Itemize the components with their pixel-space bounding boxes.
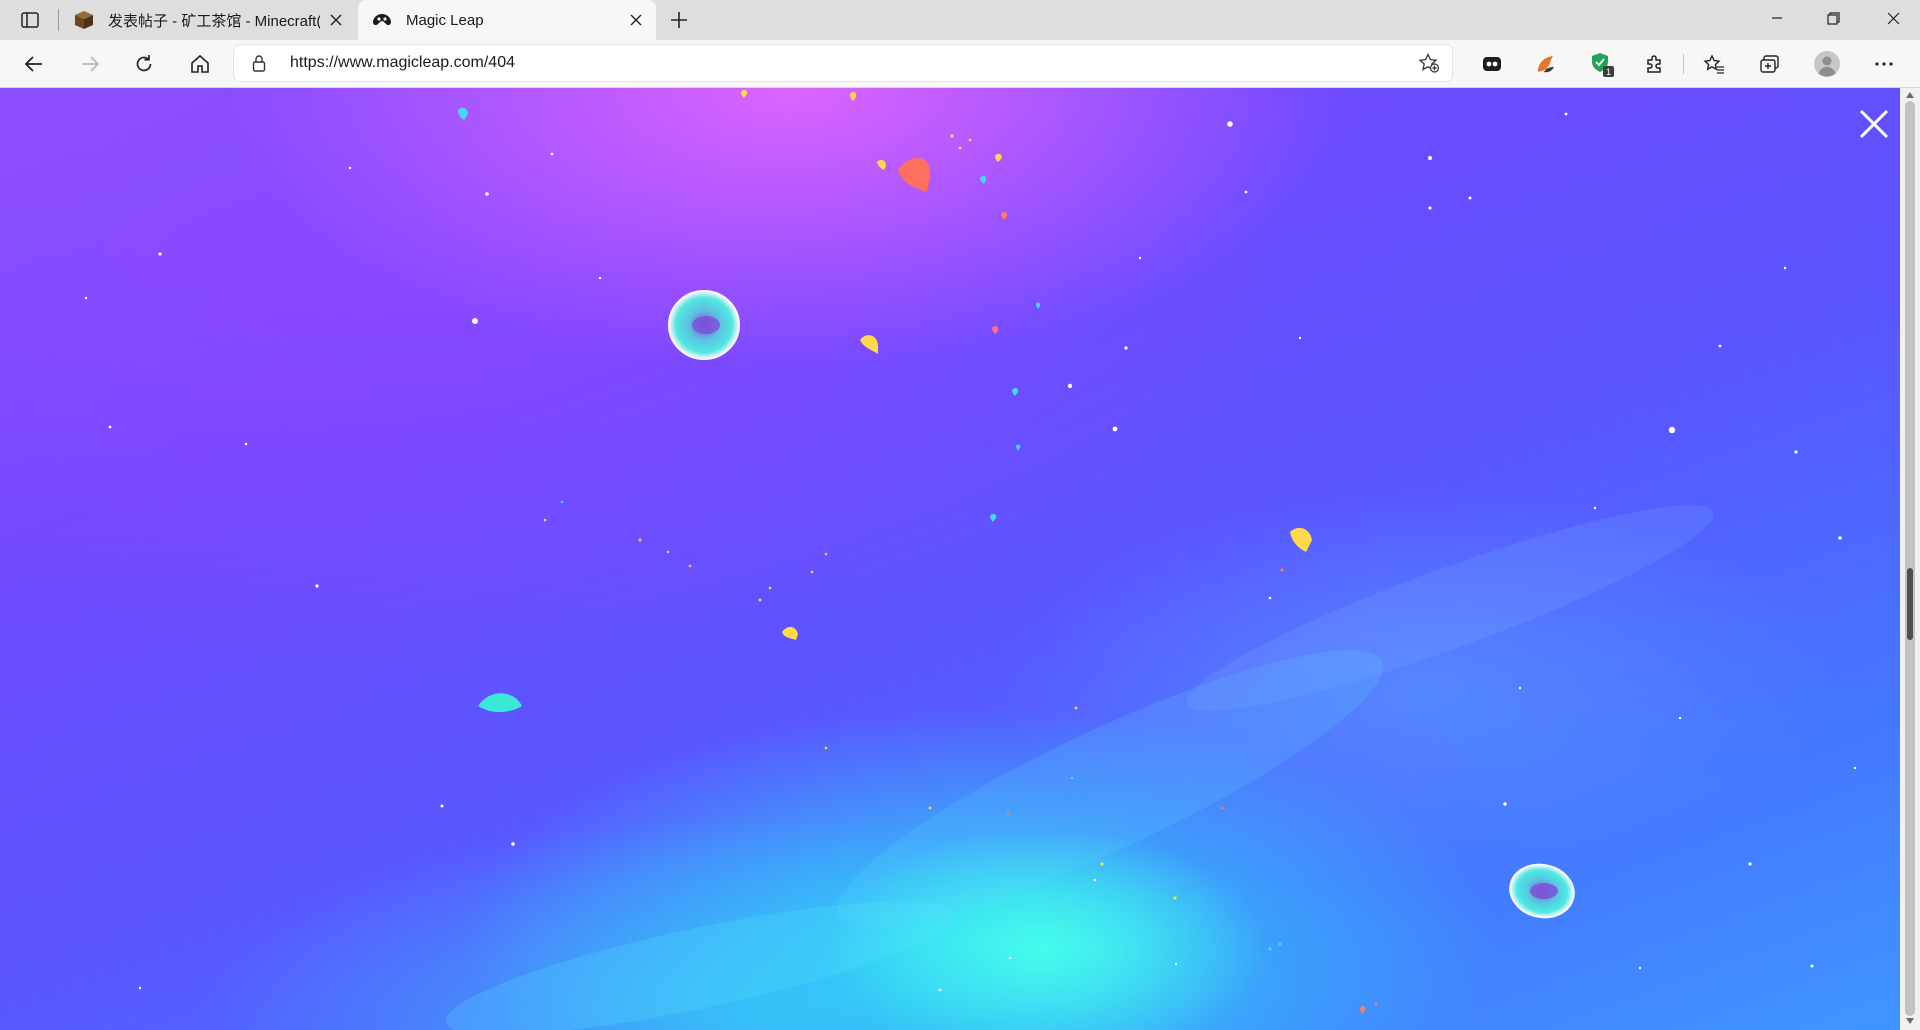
extension-fox-icon[interactable] xyxy=(1528,46,1564,82)
extensions-icon[interactable] xyxy=(1636,46,1672,82)
close-icon[interactable] xyxy=(620,4,652,36)
forward-icon xyxy=(72,46,108,82)
favorites-icon[interactable] xyxy=(1696,46,1732,82)
yellow-petal xyxy=(782,626,798,640)
url-text[interactable]: https://www.magicleap.com/404 xyxy=(290,45,515,81)
minecraft-block-icon xyxy=(74,10,94,30)
bubble-orb xyxy=(668,290,740,360)
minimize-icon[interactable] xyxy=(1754,0,1800,36)
space-scene xyxy=(84,89,1857,1030)
page-scrollbar[interactable] xyxy=(1900,88,1920,1030)
add-favorite-icon[interactable] xyxy=(1416,51,1442,75)
collections-icon[interactable] xyxy=(1752,46,1788,82)
scroll-up-icon[interactable] xyxy=(1904,90,1916,100)
toolbar-separator xyxy=(1683,54,1684,74)
toolbar: https://www.magicleap.com/404 1 xyxy=(0,40,1920,88)
close-page-icon[interactable] xyxy=(1852,102,1896,146)
yellow-petal xyxy=(1290,527,1312,552)
home-icon[interactable] xyxy=(182,46,218,82)
restore-icon[interactable] xyxy=(1810,0,1856,36)
extension-video-icon[interactable] xyxy=(1474,46,1510,82)
profile-icon[interactable] xyxy=(1808,46,1846,82)
close-icon[interactable] xyxy=(320,4,352,36)
yellow-petal xyxy=(860,335,878,354)
address-bar[interactable]: https://www.magicleap.com/404 xyxy=(234,45,1452,81)
nebula-background[interactable] xyxy=(0,88,1900,1030)
tab-actions-icon[interactable] xyxy=(14,6,46,34)
scrollbar-grip[interactable] xyxy=(1907,568,1913,640)
bubble-orb xyxy=(1509,863,1575,919)
close-window-icon[interactable] xyxy=(1866,0,1920,36)
tab-separator xyxy=(58,9,59,31)
cyan-petal xyxy=(478,693,522,713)
tab-minecraft[interactable]: 发表帖子 - 矿工茶馆 - Minecraft( xyxy=(60,0,356,40)
tab-title: 发表帖子 - 矿工茶馆 - Minecraft( xyxy=(108,12,320,30)
scrollbar-thumb[interactable] xyxy=(1905,101,1915,1016)
scroll-down-icon[interactable] xyxy=(1904,1016,1916,1026)
lock-icon[interactable] xyxy=(248,53,270,73)
refresh-icon[interactable] xyxy=(126,46,162,82)
extension-badge: 1 xyxy=(1606,67,1611,77)
tab-bar: 发表帖子 - 矿工茶馆 - Minecraft( Magic Leap xyxy=(0,0,1920,40)
back-icon[interactable] xyxy=(16,46,52,82)
coral-petal xyxy=(898,157,931,195)
tab-magic-leap[interactable]: Magic Leap xyxy=(358,0,656,40)
more-icon[interactable] xyxy=(1866,46,1902,82)
extension-shield-icon[interactable]: 1 xyxy=(1584,46,1620,82)
magic-leap-icon xyxy=(372,10,392,30)
tab-title: Magic Leap xyxy=(406,11,484,29)
new-tab-icon[interactable] xyxy=(662,4,696,36)
